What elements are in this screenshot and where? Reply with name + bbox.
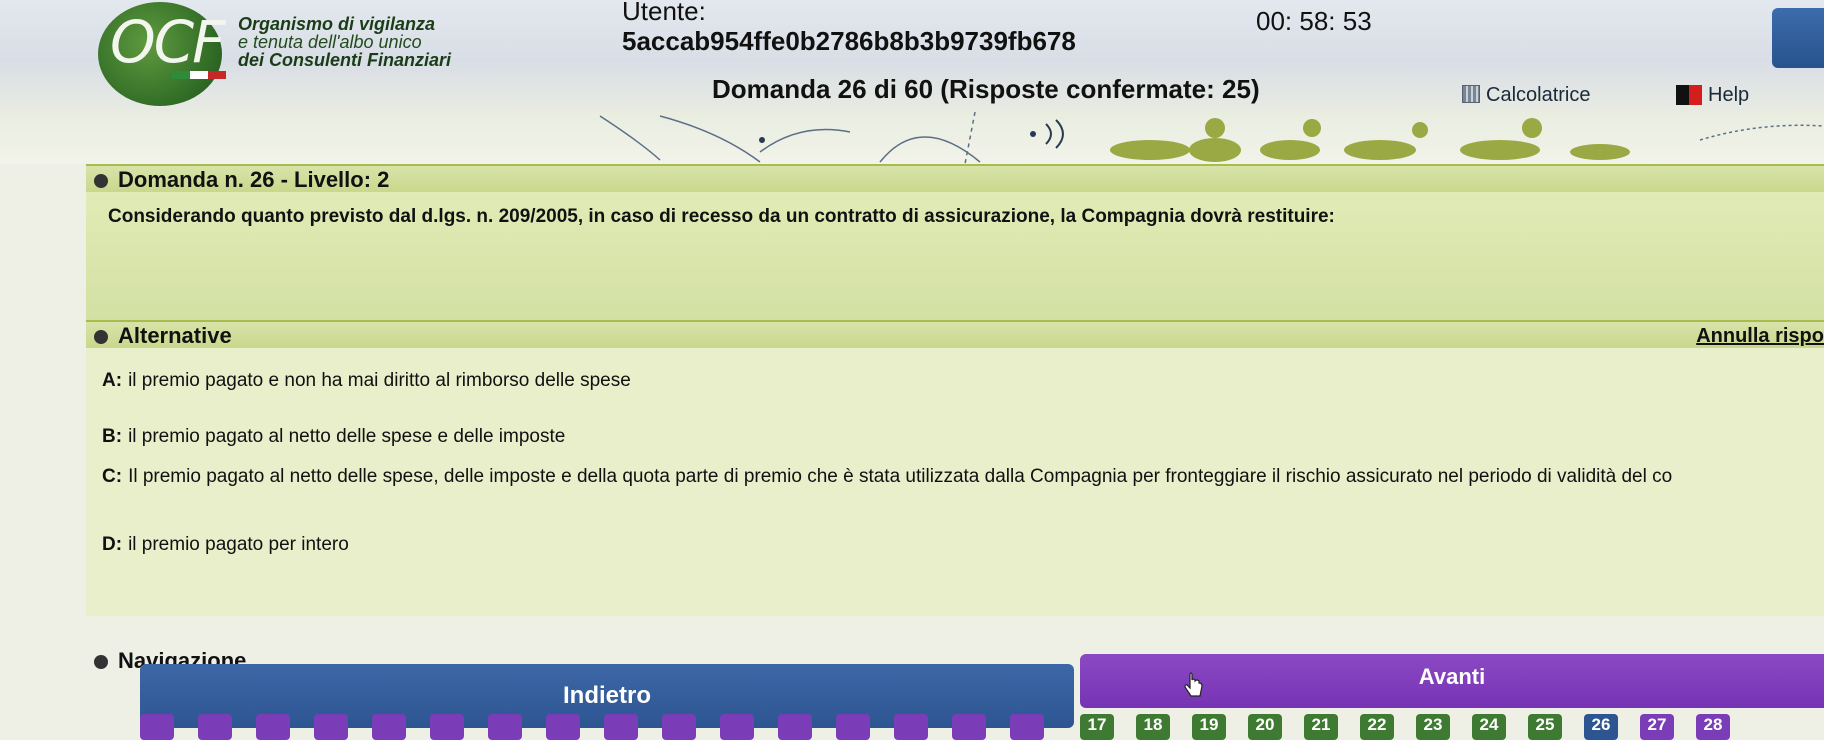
- page-number-blank[interactable]: [1010, 714, 1044, 740]
- help-label: Help: [1708, 84, 1750, 106]
- page-number-blank[interactable]: [720, 714, 754, 740]
- collapse-bullet-icon: [94, 655, 108, 669]
- alternative-letter: C:: [102, 466, 123, 487]
- banner-artwork: [599, 112, 1824, 164]
- page-number-blank[interactable]: [836, 714, 870, 740]
- page-number-blank[interactable]: [140, 714, 174, 740]
- page-number-blank[interactable]: [604, 714, 638, 740]
- page-number-blank[interactable]: [778, 714, 812, 740]
- page-number-blank[interactable]: [662, 714, 696, 740]
- calculator-icon: [1462, 85, 1480, 103]
- calculator-link[interactable]: Calcolatrice: [1462, 84, 1590, 107]
- alternative-letter: A:: [102, 370, 123, 391]
- question-progress: Domanda 26 di 60 (Risposte confermate: 2…: [712, 74, 1260, 104]
- question-page-strip: 17 18 19 20 21 22 23 24 25 26 27 28: [140, 714, 1824, 740]
- page-number-blank[interactable]: [314, 714, 348, 740]
- alternatives-title: Alternative: [118, 323, 232, 348]
- alternative-letter: B:: [102, 426, 123, 447]
- calculator-label: Calcolatrice: [1486, 84, 1591, 106]
- alternative-text: il premio pagato per intero: [128, 534, 349, 555]
- page-number-18[interactable]: 18: [1136, 714, 1170, 740]
- header-side-button[interactable]: [1772, 8, 1824, 68]
- page-number-17[interactable]: 17: [1080, 714, 1114, 740]
- alternative-d[interactable]: D: il premio pagato per intero: [102, 534, 349, 556]
- question-title-bar: Domanda n. 26 - Livello: 2: [86, 164, 1824, 194]
- question-panel: Considerando quanto previsto dal d.lgs. …: [86, 192, 1824, 320]
- italian-flag-icon: [172, 66, 226, 79]
- page-number-20[interactable]: 20: [1248, 714, 1282, 740]
- page-number-22[interactable]: 22: [1360, 714, 1394, 740]
- alternative-text: Il premio pagato al netto delle spese, d…: [128, 466, 1673, 487]
- alternative-text: il premio pagato e non ha mai diritto al…: [128, 370, 631, 391]
- alternatives-panel: A: il premio pagato e non ha mai diritto …: [86, 348, 1824, 616]
- question-text: Considerando quanto previsto dal d.lgs. …: [108, 206, 1335, 227]
- alternatives-title-bar: Alternative Annulla rispo: [86, 320, 1824, 350]
- page-number-blank[interactable]: [198, 714, 232, 740]
- page-number-blank[interactable]: [546, 714, 580, 740]
- page-number-blank[interactable]: [894, 714, 928, 740]
- page-number-27[interactable]: 27: [1640, 714, 1674, 740]
- utente-id: 5accab954ffe0b2786b8b3b9739fb678: [622, 26, 1076, 56]
- help-flag-icon: [1676, 85, 1702, 105]
- hand-cursor-icon: [1184, 672, 1203, 697]
- annulla-risposta-link[interactable]: Annulla rispo: [1696, 322, 1824, 350]
- org-name-line-3: dei Consulenti Finanziari: [238, 50, 452, 70]
- page-number-23[interactable]: 23: [1416, 714, 1450, 740]
- decorative-banner: [0, 112, 1824, 164]
- collapse-bullet-icon: [94, 174, 108, 188]
- page-number-21[interactable]: 21: [1304, 714, 1338, 740]
- alternative-a[interactable]: A: il premio pagato e non ha mai diritto …: [102, 370, 631, 392]
- header-bar: OCF Organismo di vigilanza e tenuta dell…: [0, 0, 1824, 112]
- page-number-blank[interactable]: [372, 714, 406, 740]
- utente-label: Utente:: [622, 0, 706, 26]
- page-number-blank[interactable]: [256, 714, 290, 740]
- alternative-text: il premio pagato al netto delle spese e …: [128, 426, 566, 447]
- page-number-blank[interactable]: [488, 714, 522, 740]
- page-number-28[interactable]: 28: [1696, 714, 1730, 740]
- alternative-b[interactable]: B: il premio pagato al netto delle spese …: [102, 426, 565, 448]
- page-number-blank[interactable]: [952, 714, 986, 740]
- page-number-19[interactable]: 19: [1192, 714, 1226, 740]
- page-number-blank[interactable]: [430, 714, 464, 740]
- page-number-24[interactable]: 24: [1472, 714, 1506, 740]
- alternative-letter: D:: [102, 534, 123, 555]
- alternative-c[interactable]: C: Il premio pagato al netto delle spese,…: [102, 466, 1672, 488]
- collapse-bullet-icon: [94, 330, 108, 344]
- page-number-25[interactable]: 25: [1528, 714, 1562, 740]
- countdown-timer: 00: 58: 53: [1256, 6, 1372, 36]
- page-number-26[interactable]: 26: [1584, 714, 1618, 740]
- question-title: Domanda n. 26 - Livello: 2: [118, 167, 390, 192]
- help-link[interactable]: Help: [1676, 84, 1749, 107]
